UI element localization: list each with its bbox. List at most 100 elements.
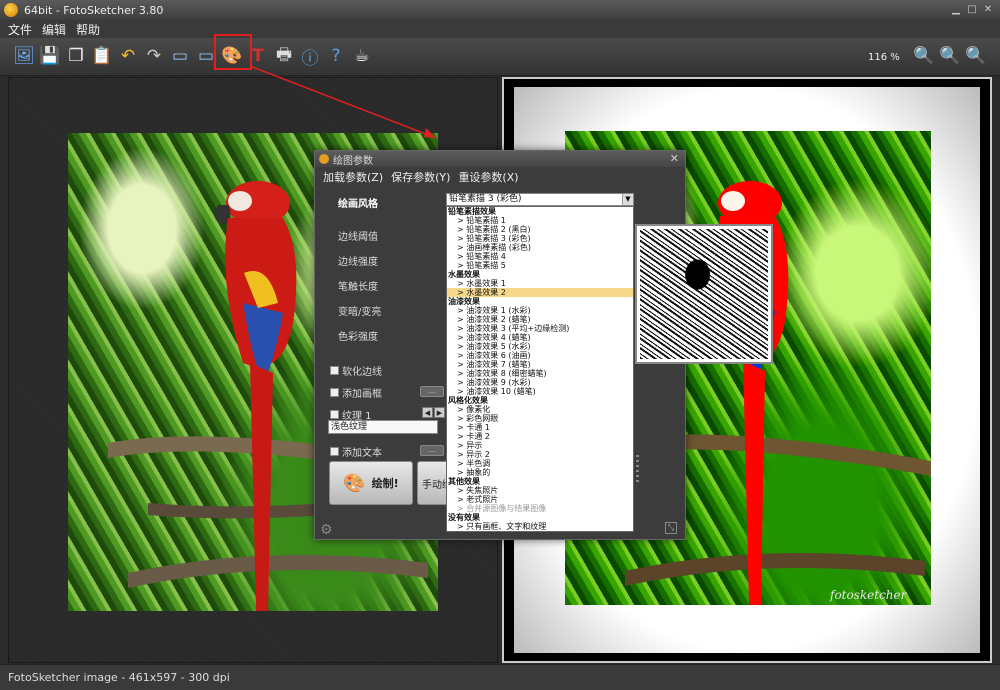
style-preview	[635, 224, 773, 364]
redo-icon[interactable]: ↷	[142, 43, 166, 69]
dropdown-option[interactable]: > 失焦照片	[447, 486, 633, 495]
dropdown-group-header: 水墨效果	[448, 270, 480, 279]
dropdown-option[interactable]: > 油漆效果 10 (蜡笔)	[447, 387, 633, 396]
close-icon[interactable]: ✕	[982, 3, 994, 15]
dropdown-option[interactable]: > 彩色网眼	[447, 414, 633, 423]
load-params-menu[interactable]: 加载参数(Z)	[323, 169, 383, 185]
reset-params-menu[interactable]: 重设参数(X)	[458, 169, 518, 185]
highlight-box	[214, 34, 252, 70]
dropdown-option[interactable]: > 油漆效果 5 (水彩)	[447, 342, 633, 351]
style-combobox[interactable]: 铅笔素描 3 (彩色) ▼	[446, 193, 634, 206]
texture-next-button[interactable]: ▶	[434, 407, 445, 418]
expand-icon[interactable]: ⤡	[665, 522, 677, 534]
title-bar: 64bit - FotoSketcher 3.80 ▁ □ ✕	[0, 0, 1000, 20]
toolbar: 🖼 💾 ❐ 📋 ↶ ↷ ▭ ▭ 🎨 T 🖶 ⓘ ? ☕ 🔍 🔍 🔍	[0, 38, 1000, 76]
watermark: fotosketcher	[830, 588, 907, 602]
dropdown-option[interactable]: > 像素化	[447, 405, 633, 414]
dropdown-option[interactable]: > 水墨效果 1	[447, 279, 633, 288]
minimize-icon[interactable]: ▁	[950, 3, 962, 15]
settings-gear-icon[interactable]: ⚙	[320, 522, 333, 538]
menu-help[interactable]: 帮助	[76, 21, 100, 38]
status-bar: FotoSketcher image - 461x597 - 300 dpi	[0, 664, 1000, 690]
style-label: 绘画风格	[338, 199, 378, 210]
dropdown-option[interactable]: > 油漆效果 6 (油画)	[447, 351, 633, 360]
dropdown-option[interactable]: > 只有画框、文字和纹理	[447, 522, 633, 531]
zoom-level: 116 %	[868, 52, 900, 63]
soften-edges-checkbox[interactable]: 软化边线	[330, 363, 382, 378]
dropdown-option[interactable]: > 铅笔素描 5	[447, 261, 633, 270]
paste-icon[interactable]: 📋	[90, 43, 114, 69]
undo-icon[interactable]: ↶	[116, 43, 140, 69]
zoom-fit-icon[interactable]: 🔍	[964, 43, 988, 69]
edge-strength-label: 边线强度	[338, 257, 378, 268]
dialog-close-icon[interactable]: ✕	[670, 152, 679, 165]
dialog-menu: 加载参数(Z) 保存参数(Y) 重设参数(X)	[323, 169, 519, 185]
help-icon[interactable]: ?	[324, 43, 348, 69]
texture-select[interactable]: 浅色纹理	[328, 420, 438, 434]
dropdown-option[interactable]: > 抽象的	[447, 468, 633, 477]
window-title: 64bit - FotoSketcher 3.80	[24, 3, 164, 17]
add-text-label: 添加文本	[342, 448, 382, 459]
dropdown-group-header: 油漆效果	[448, 297, 480, 306]
print-icon[interactable]: 🖶	[272, 43, 296, 69]
add-frame-checkbox[interactable]: 添加画框	[330, 385, 382, 400]
save-params-menu[interactable]: 保存参数(Y)	[391, 169, 450, 185]
dropdown-option[interactable]: > 铅笔素描 3 (彩色)	[447, 234, 633, 243]
edge-threshold-label: 边线阈值	[338, 232, 378, 243]
open-image-icon[interactable]: 🖼	[12, 43, 36, 69]
menu-file[interactable]: 文件	[8, 21, 32, 38]
add-text-checkbox[interactable]: 添加文本	[330, 444, 382, 459]
dropdown-group-header: 其他效果	[448, 477, 480, 486]
status-text: FotoSketcher image - 461x597 - 300 dpi	[8, 671, 230, 684]
coffee-icon[interactable]: ☕	[350, 43, 374, 69]
dropdown-option[interactable]: > 油漆效果 7 (蜡笔)	[447, 360, 633, 369]
style-dropdown-list: 铅笔素描效果 > 铅笔素描 1 > 铅笔素描 2 (黑白) > 铅笔素描 3 (彩色)…	[446, 206, 634, 532]
dialog-app-icon	[319, 154, 329, 164]
text-options-button[interactable]: ...	[420, 445, 444, 456]
style-combobox-value: 铅笔素描 3 (彩色)	[449, 194, 522, 204]
dropdown-option[interactable]: > 卡通 2	[447, 432, 633, 441]
zoom-in-icon[interactable]: 🔍	[912, 43, 936, 69]
original-image-icon[interactable]: ▭	[168, 43, 192, 69]
maximize-icon[interactable]: □	[966, 3, 978, 15]
frame-options-button[interactable]: ...	[420, 386, 444, 397]
dropdown-option[interactable]: > 油漆效果 1 (水彩)	[447, 306, 633, 315]
dropdown-group-header: 铅笔素描效果	[448, 207, 496, 216]
dropdown-group-header: 风格化效果	[448, 396, 488, 405]
save-icon[interactable]: 💾	[38, 43, 62, 69]
darken-lighten-label: 变暗/变亮	[338, 307, 382, 318]
dropdown-option[interactable]: > 卡通 1	[447, 423, 633, 432]
dropdown-option[interactable]: > 油漆效果 3 (平均+边缘检测)	[447, 324, 633, 333]
draw-button[interactable]: 🎨 绘制!	[329, 461, 413, 505]
copy-icon[interactable]: ❐	[64, 43, 88, 69]
soften-edges-label: 软化边线	[342, 367, 382, 378]
dropdown-option[interactable]: > 油漆效果 9 (水彩)	[447, 378, 633, 387]
preview-image	[640, 229, 768, 359]
info-icon[interactable]: ⓘ	[298, 43, 322, 69]
window-controls: ▁ □ ✕	[950, 3, 994, 15]
stroke-length-label: 笔触长度	[338, 282, 378, 293]
dropdown-option[interactable]: > 老式照片	[447, 495, 633, 504]
color-strength-label: 色彩强度	[338, 332, 378, 343]
dropdown-option[interactable]: > 油漆效果 4 (蜡笔)	[447, 333, 633, 342]
dropdown-option[interactable]: > 半色调	[447, 459, 633, 468]
dropdown-option[interactable]: > 合并源图像与结果图像	[447, 504, 633, 513]
dropdown-option[interactable]: > 异示 2	[447, 450, 633, 459]
chevron-down-icon[interactable]: ▼	[622, 194, 633, 205]
manual-draw-button[interactable]: 手动绘制	[417, 461, 447, 505]
dropdown-option[interactable]: > 铅笔素描 1	[447, 216, 633, 225]
app-logo-icon	[4, 3, 18, 17]
dropdown-option[interactable]: > 铅笔素描 4	[447, 252, 633, 261]
dropdown-option[interactable]: > 油画棒素描 (彩色)	[447, 243, 633, 252]
dropdown-option[interactable]: > 油漆效果 8 (细密蜡笔)	[447, 369, 633, 378]
dropdown-option[interactable]: > 水墨效果 2	[447, 288, 633, 297]
dropdown-option[interactable]: > 油漆效果 2 (蜡笔)	[447, 315, 633, 324]
texture-prev-button[interactable]: ◀	[422, 407, 433, 418]
menu-edit[interactable]: 编辑	[42, 21, 66, 38]
draw-button-label: 绘制!	[371, 477, 399, 490]
menu-bar: 文件 编辑 帮助	[0, 20, 1000, 38]
zoom-out-icon[interactable]: 🔍	[938, 43, 962, 69]
dropdown-option[interactable]: > 异示	[447, 441, 633, 450]
resize-grip[interactable]	[636, 455, 639, 485]
dropdown-option[interactable]: > 铅笔素描 2 (黑白)	[447, 225, 633, 234]
